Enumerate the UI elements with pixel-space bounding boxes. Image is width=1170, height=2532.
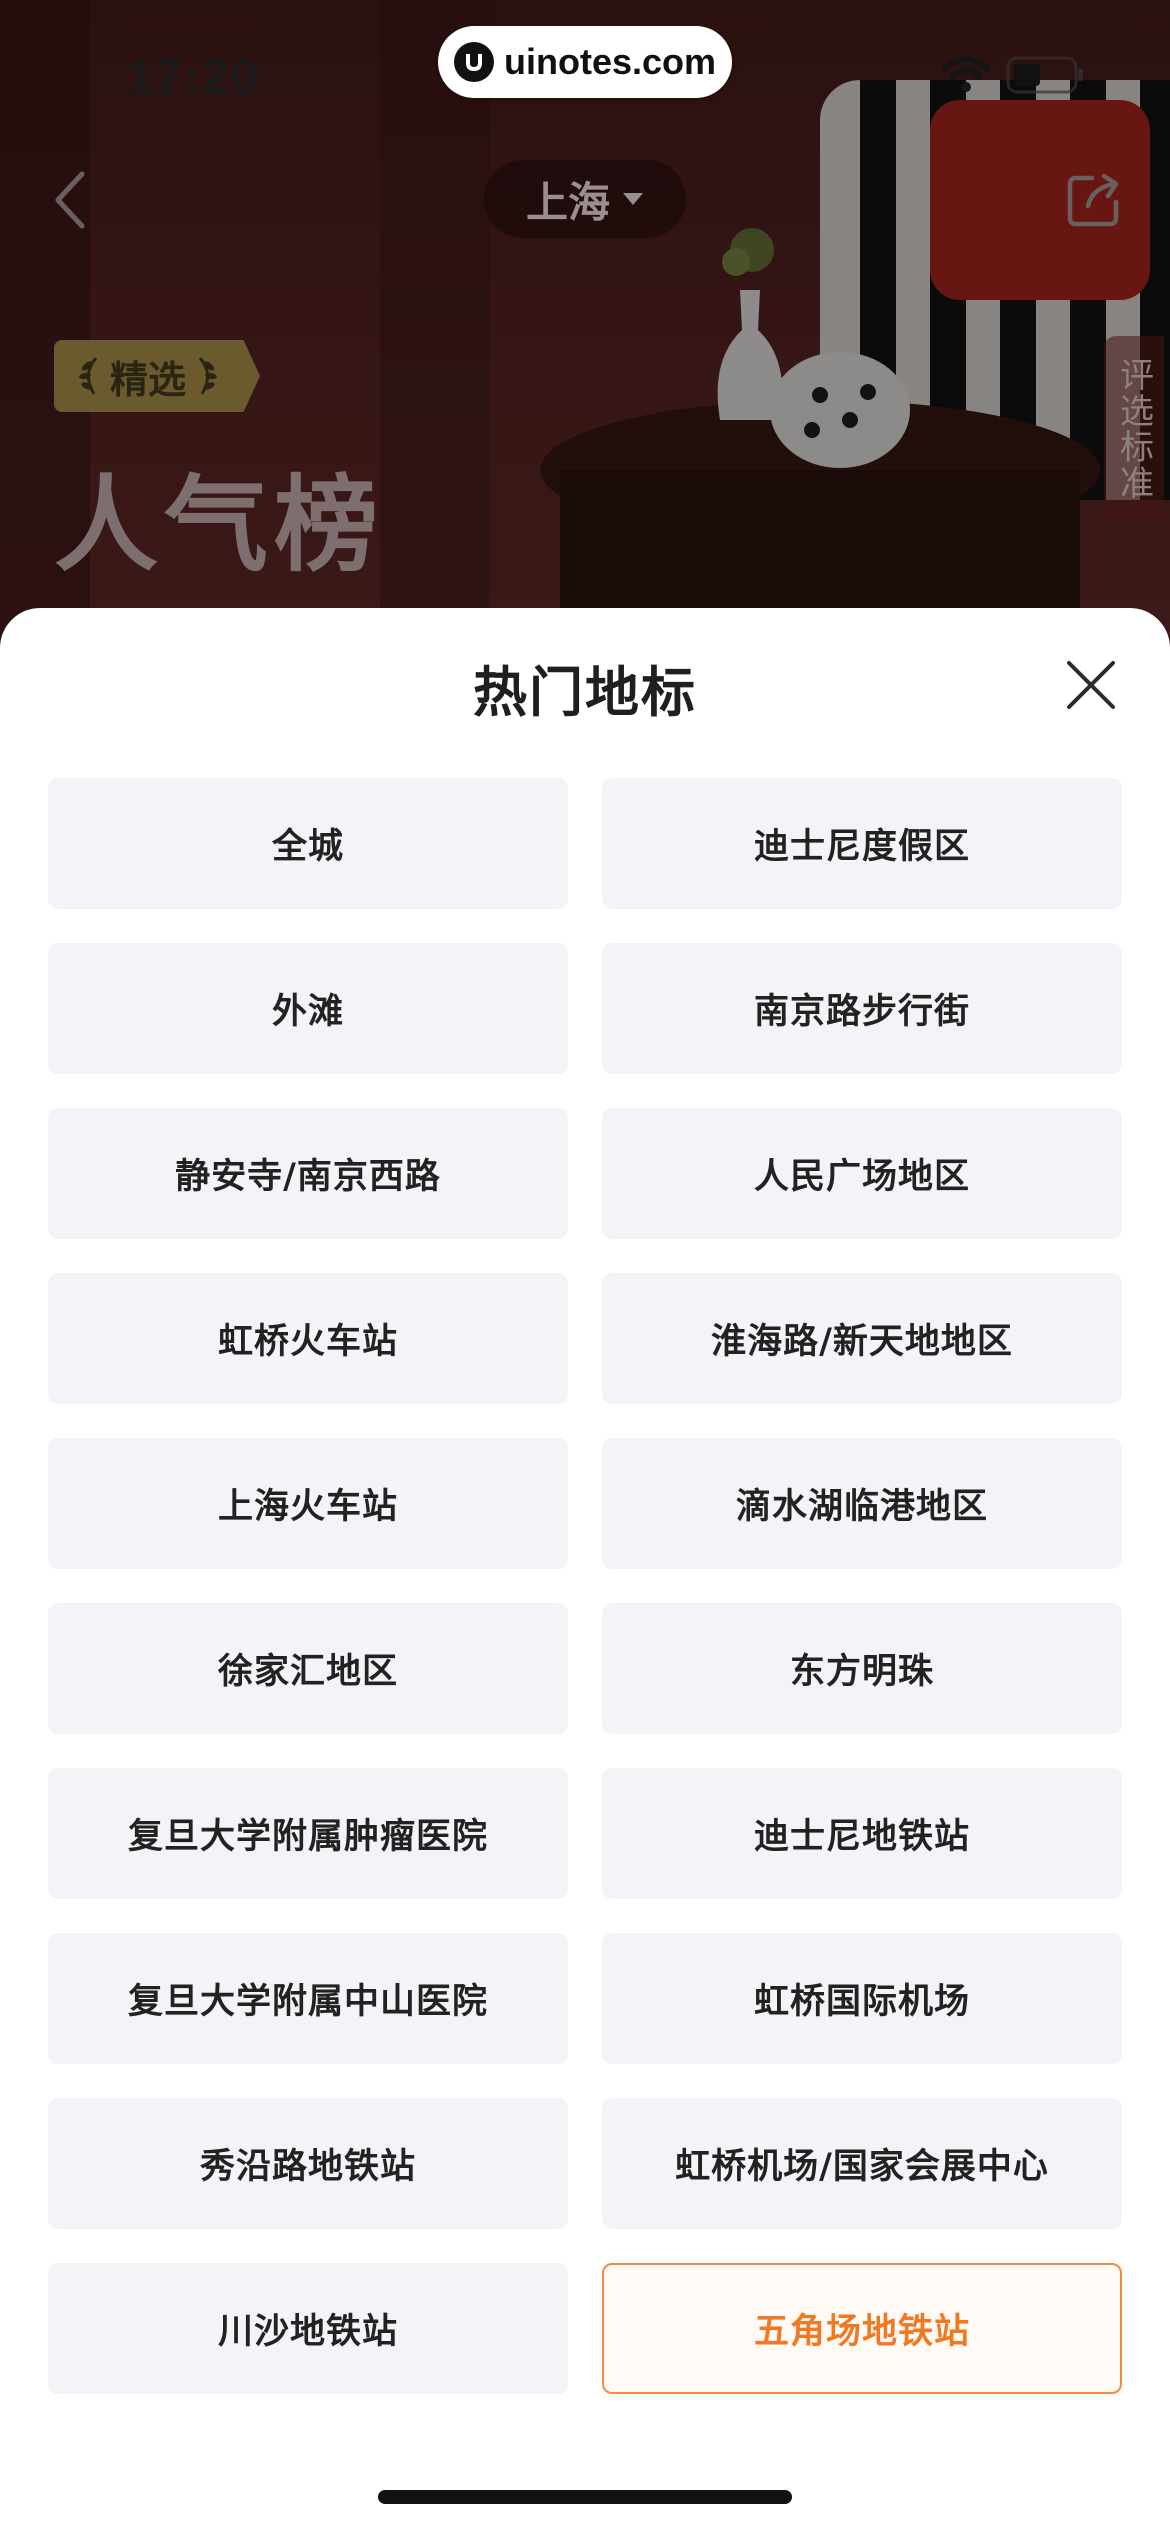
url-text: uinotes.com [503, 41, 717, 82]
landmark-label: 虹桥国际机场 [753, 1982, 970, 2022]
landmark-option[interactable]: 虹桥机场/国家会展中心 [602, 2098, 1122, 2229]
landmark-option[interactable]: 淮海路/新天地地区 [602, 1273, 1122, 1404]
site-logo-icon [453, 42, 494, 82]
back-button[interactable] [40, 160, 100, 240]
landmark-option-selected[interactable]: 五角场地铁站 [602, 2263, 1122, 2394]
landmark-grid: 全城 迪士尼度假区 外滩 南京路步行街 静安寺/南京西路 人民广场地区 虹桥火车… [48, 778, 1122, 2394]
landmark-option[interactable]: 川沙地铁站 [48, 2263, 568, 2394]
landmark-label: 全城 [271, 827, 344, 867]
landmark-label: 川沙地铁站 [217, 2312, 398, 2352]
landmark-label: 徐家汇地区 [217, 1652, 398, 1692]
caret-down-icon [623, 193, 643, 205]
landmark-label: 迪士尼度假区 [753, 827, 970, 867]
sheet-title: 热门地标 [473, 661, 697, 724]
landmark-option[interactable]: 虹桥火车站 [48, 1273, 568, 1404]
landmark-label: 复旦大学附属肿瘤医院 [127, 1817, 488, 1857]
landmark-option[interactable]: 复旦大学附属中山医院 [48, 1933, 568, 2064]
landmark-label: 上海火车站 [217, 1487, 398, 1527]
hero-background: 17:20 uinotes.com 上海 精选 人气榜 评选标准 [0, 0, 1170, 660]
laurel-right-icon [198, 357, 217, 395]
rating-criteria-label: 评选标准 [1113, 357, 1154, 501]
battery-icon [1006, 56, 1083, 94]
chevron-left-icon [55, 171, 85, 229]
city-selector[interactable]: 上海 [484, 160, 686, 238]
landmark-option[interactable]: 人民广场地区 [602, 1108, 1122, 1239]
landmark-option[interactable]: 东方明珠 [602, 1603, 1122, 1734]
landmark-option[interactable]: 秀沿路地铁站 [48, 2098, 568, 2229]
city-label: 上海 [525, 177, 610, 227]
home-indicator[interactable] [378, 2490, 792, 2504]
rating-criteria-tab[interactable]: 评选标准 [1104, 336, 1164, 522]
landmark-label: 迪士尼地铁站 [753, 1817, 970, 1857]
screen: 17:20 uinotes.com 上海 精选 人气榜 评选标准 热门地标 全城… [0, 0, 1170, 2532]
landmark-label: 淮海路/新天地地区 [711, 1322, 1013, 1362]
landmark-option[interactable]: 徐家汇地区 [48, 1603, 568, 1734]
landmark-option[interactable]: 外滩 [48, 943, 568, 1074]
landmark-label: 东方明珠 [789, 1652, 934, 1692]
page-title: 人气榜 [54, 464, 385, 586]
landmark-label: 南京路步行街 [753, 992, 970, 1032]
landmark-label: 虹桥机场/国家会展中心 [675, 2147, 1049, 2187]
share-icon [1067, 173, 1119, 227]
landmark-option[interactable]: 上海火车站 [48, 1438, 568, 1569]
landmark-option[interactable]: 全城 [48, 778, 568, 909]
landmark-label: 静安寺/南京西路 [175, 1157, 441, 1197]
close-button[interactable] [1060, 654, 1122, 716]
badge-label: 精选 [110, 357, 187, 402]
landmark-label: 人民广场地区 [753, 1157, 970, 1197]
featured-badge: 精选 [54, 340, 261, 412]
status-time: 17:20 [126, 49, 259, 105]
landmark-option[interactable]: 迪士尼地铁站 [602, 1768, 1122, 1899]
landmark-sheet: 热门地标 全城 迪士尼度假区 外滩 南京路步行街 静安寺/南京西路 人民广场地区… [0, 608, 1170, 2532]
share-button[interactable] [1054, 160, 1134, 240]
landmark-label: 复旦大学附属中山医院 [127, 1982, 488, 2022]
landmark-label: 滴水湖临港地区 [735, 1487, 988, 1527]
landmark-label: 外滩 [271, 992, 344, 1032]
landmark-option[interactable]: 滴水湖临港地区 [602, 1438, 1122, 1569]
landmark-option[interactable]: 迪士尼度假区 [602, 778, 1122, 909]
landmark-label: 秀沿路地铁站 [199, 2147, 416, 2187]
landmark-option[interactable]: 虹桥国际机场 [602, 1933, 1122, 2064]
status-indicators [940, 54, 1086, 96]
close-icon [1067, 661, 1115, 709]
laurel-left-icon [79, 357, 98, 395]
landmark-option[interactable]: 复旦大学附属肿瘤医院 [48, 1768, 568, 1899]
wifi-icon [941, 56, 991, 92]
url-pill[interactable]: uinotes.com [438, 26, 732, 98]
landmark-option[interactable]: 静安寺/南京西路 [48, 1108, 568, 1239]
landmark-option[interactable]: 南京路步行街 [602, 943, 1122, 1074]
landmark-label: 五角场地铁站 [753, 2312, 970, 2352]
landmark-label: 虹桥火车站 [217, 1322, 398, 1362]
